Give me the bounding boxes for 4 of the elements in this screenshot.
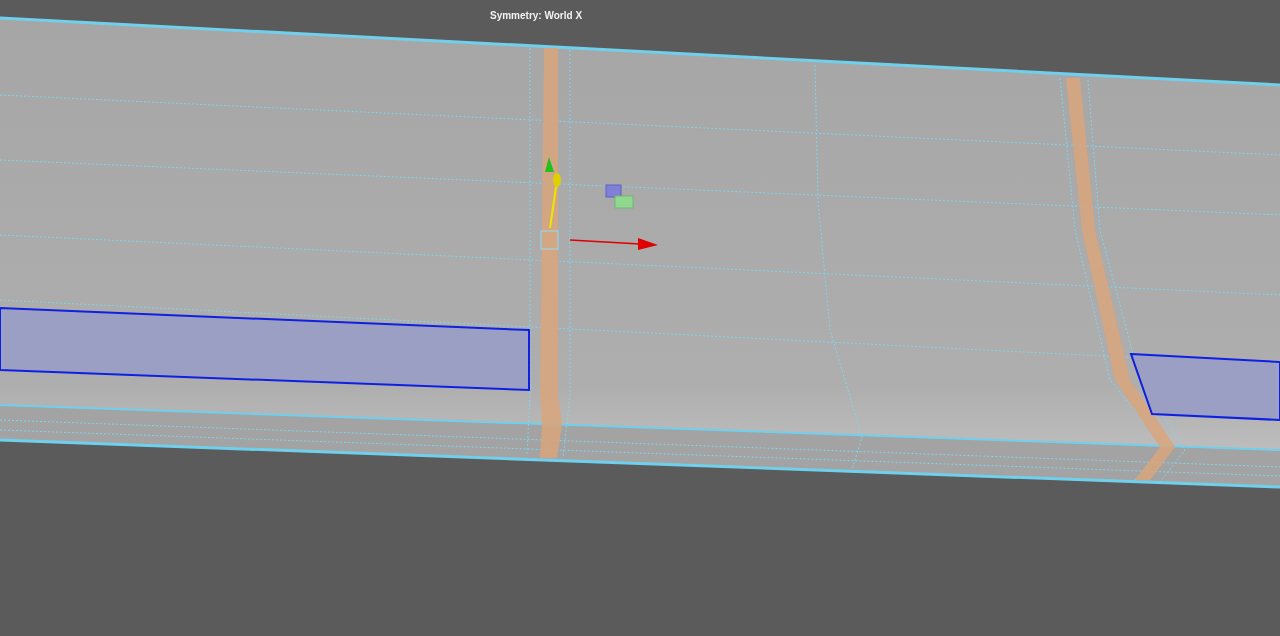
move-manipulator-drawing[interactable] [540,157,658,250]
selected-face[interactable] [0,306,530,392]
selected-face[interactable] [1129,352,1280,422]
symmetry-label: Symmetry: World X [490,10,583,21]
